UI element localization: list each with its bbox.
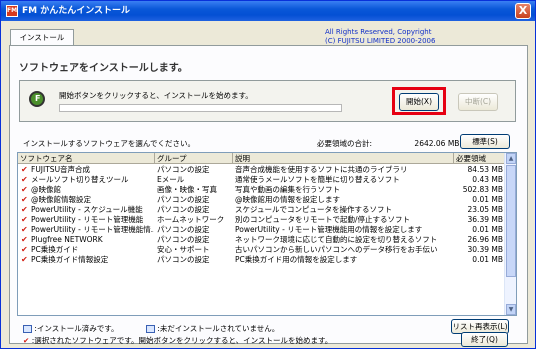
legend-installed-row: :インストール済みです。 :未だインストールされていません。 <box>23 323 279 334</box>
software-name: PC乗換ガイド <box>31 245 79 254</box>
software-name: PowerUtility - リモート管理機能情... <box>31 225 154 234</box>
software-description: 通常使うメールソフトを簡単に切り替えるソフト <box>235 175 400 184</box>
legend-selected-row: ✔ :選択されたソフトウェアです。開始ボタンをクリックすると、インストールを始め… <box>23 335 332 346</box>
software-name: PowerUtility - スケジュール機能 <box>31 205 143 214</box>
column-header-name[interactable]: ソフトウェア名 <box>18 153 155 164</box>
software-group: Eメール <box>157 175 185 184</box>
window-title: FM かんたんインストール <box>22 6 131 16</box>
software-size: 0.01 MB <box>472 225 503 234</box>
software-group: パソコンの設定 <box>157 255 210 264</box>
software-description: 古いパソコンから新しいパソコンへのデータ移行をお手伝い <box>235 245 438 254</box>
software-name: PC乗換ガイド情報設定 <box>31 255 109 264</box>
selected-check-icon: ✔ <box>21 185 28 194</box>
table-row[interactable]: ✔ Plugfree NETWORK パソコンの設定 ネットワーク環境に応じて自… <box>18 235 505 245</box>
table-row[interactable]: ✔ PC乗換ガイド 安心・サポート 古いパソコンから新しいパソコンへのデータ移行… <box>18 245 505 255</box>
software-name: FUJITSU音声合成 <box>31 165 91 174</box>
fm-app-icon: FM <box>6 5 18 17</box>
selected-check-icon: ✔ <box>21 235 28 244</box>
software-group: 安心・サポート <box>157 245 210 254</box>
software-size: 26.96 MB <box>467 235 503 244</box>
table-header: ソフトウェア名 グループ 説明 必要領域 <box>18 153 505 164</box>
software-size: 0.01 MB <box>472 195 503 204</box>
software-description: ネットワーク環境に応じて自動的に設定を切り替えるソフト <box>235 235 438 244</box>
software-size: 0.01 MB <box>472 255 503 264</box>
start-message: 開始ボタンをクリックすると、インストールを始めます。 <box>59 91 253 100</box>
selected-check-icon: ✔ <box>23 336 30 345</box>
software-name: メールソフト切り替えツール <box>31 175 129 184</box>
tab-install[interactable]: インストール <box>10 29 74 45</box>
software-description: PowerUtility - リモート管理機能用の情報を設定します <box>235 225 423 234</box>
table-row[interactable]: ✔ PowerUtility - リモート管理機能情... パソコンの設定 Po… <box>18 225 505 235</box>
software-name: PowerUtility - リモート管理機能 <box>31 215 144 224</box>
column-header-size[interactable]: 必要領域 <box>454 153 505 164</box>
software-group: パソコンの設定 <box>157 235 210 244</box>
table-row[interactable]: ✔ PC乗換ガイド情報設定 パソコンの設定 PC乗換ガイド用の情報を設定します … <box>18 255 505 265</box>
legend-selected: :選択されたソフトウェアです。開始ボタンをクリックすると、インストールを始めます… <box>31 336 333 345</box>
software-group: 画像・映像・写真 <box>157 185 217 194</box>
installed-monitor-icon <box>23 325 32 333</box>
standard-button[interactable]: 標準(S) <box>460 134 510 149</box>
table-row[interactable]: ✔ メールソフト切り替えツール Eメール 通常使うメールソフトを簡単に切り替える… <box>18 175 505 185</box>
software-name: @映像館 <box>31 185 61 194</box>
selected-check-icon: ✔ <box>21 245 28 254</box>
start-button[interactable]: 開始(X) <box>399 93 439 111</box>
legend-not-installed: :未だインストールされていません。 <box>157 324 280 333</box>
not-installed-monitor-icon <box>145 325 155 333</box>
software-description: @映像館用の情報を設定します <box>235 195 340 204</box>
software-group: ホームネットワーク <box>157 215 225 224</box>
title-bar: FM FM かんたんインストール X <box>1 1 535 21</box>
scroll-down-icon[interactable]: ▼ <box>506 304 516 315</box>
table-row[interactable]: ✔ @映像館情報設定 パソコンの設定 @映像館用の情報を設定します 0.01 M… <box>18 195 505 205</box>
exit-button[interactable]: 終了(Q) <box>461 332 508 347</box>
column-header-group[interactable]: グループ <box>155 153 233 164</box>
software-table[interactable]: ソフトウェア名 グループ 説明 必要領域 ✔ FUJITSU音声合成 パソコンの… <box>17 152 517 316</box>
software-description: PC乗換ガイド用の情報を設定します <box>235 255 358 264</box>
selected-check-icon: ✔ <box>21 205 28 214</box>
selected-check-icon: ✔ <box>21 175 28 184</box>
software-size: 84.53 MB <box>467 165 503 174</box>
software-description: 音声合成機能を使用するソフトに共通のライブラリ <box>235 165 408 174</box>
software-size: 0.43 MB <box>472 175 503 184</box>
copyright: All Rights Reserved, Copyright (C) FUJIT… <box>325 28 435 46</box>
selected-check-icon: ✔ <box>21 225 28 234</box>
table-row[interactable]: ✔ @映像館 画像・映像・写真 写真や動画の編集を行うソフト 502.83 MB <box>18 185 505 195</box>
selected-check-icon: ✔ <box>21 255 28 264</box>
software-group: パソコンの設定 <box>157 165 210 174</box>
software-description: 別のコンピュータをリモートで起動/停止するソフト <box>235 215 411 224</box>
close-icon[interactable]: X <box>515 3 531 19</box>
size-total-label: 必要領域の合計: <box>317 139 373 148</box>
scroll-thumb[interactable] <box>506 165 516 277</box>
table-row[interactable]: ✔ FUJITSU音声合成 パソコンの設定 音声合成機能を使用するソフトに共通の… <box>18 165 505 175</box>
software-name: @映像館情報設定 <box>31 195 91 204</box>
table-row[interactable]: ✔ PowerUtility - スケジュール機能 パソコンの設定 スケジュール… <box>18 205 505 215</box>
software-size: 23.05 MB <box>467 205 503 214</box>
installer-window: FM FM かんたんインストール X インストール All Rights Res… <box>0 0 536 349</box>
vertical-scrollbar[interactable]: ▲ ▼ <box>504 153 516 315</box>
size-total-value: 2642.06 MB <box>414 139 460 148</box>
install-progress-bar <box>59 104 342 112</box>
software-size: 30.39 MB <box>467 245 503 254</box>
page-heading: ソフトウェアをインストールします。 <box>19 63 188 74</box>
selected-check-icon: ✔ <box>21 195 28 204</box>
software-size: 502.83 MB <box>462 185 503 194</box>
software-group: パソコンの設定 <box>157 195 210 204</box>
software-list-label: インストールするソフトウェアを選んでください。 <box>23 139 195 148</box>
software-group: パソコンの設定 <box>157 225 210 234</box>
column-header-description[interactable]: 説明 <box>233 153 454 164</box>
copyright-line-1: All Rights Reserved, Copyright <box>325 28 432 36</box>
software-description: スケジュールでコンピュータを操作するソフト <box>235 205 392 214</box>
software-name: Plugfree NETWORK <box>31 235 103 244</box>
stop-button[interactable]: 中断(C) <box>458 93 498 111</box>
legend-installed: :インストール済みです。 <box>34 324 119 333</box>
scroll-up-icon[interactable]: ▲ <box>506 153 516 164</box>
fujitsu-install-icon <box>29 91 45 107</box>
selected-check-icon: ✔ <box>21 165 28 174</box>
software-group: パソコンの設定 <box>157 205 210 214</box>
required-size-total: 必要領域の合計: 2642.06 MB <box>317 138 459 149</box>
software-size: 36.39 MB <box>467 215 503 224</box>
selected-check-icon: ✔ <box>21 215 28 224</box>
table-row[interactable]: ✔ PowerUtility - リモート管理機能 ホームネットワーク 別のコン… <box>18 215 505 225</box>
software-description: 写真や動画の編集を行うソフト <box>235 185 340 194</box>
